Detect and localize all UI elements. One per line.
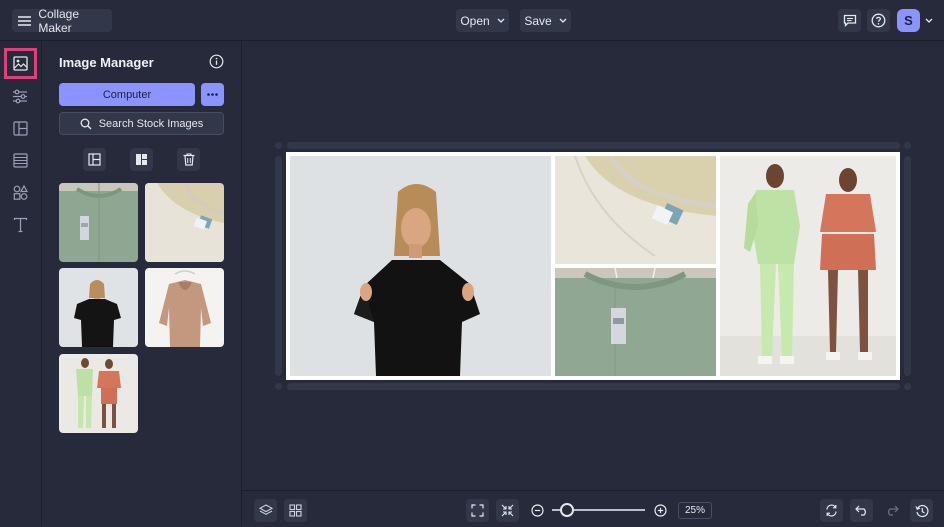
thumbnail-cream-sweatshirt[interactable] <box>145 183 224 262</box>
actual-size-button[interactable] <box>496 499 519 522</box>
delete-images-button[interactable] <box>177 148 200 171</box>
image-manager-panel: Image Manager Computer Search Stock Imag… <box>42 41 242 526</box>
resize-corner-top-left[interactable] <box>275 142 282 149</box>
chevron-down-icon <box>497 18 505 23</box>
history-button[interactable] <box>910 499 933 522</box>
main-menu-button[interactable]: Collage Maker <box>12 6 112 35</box>
collage-cell-cream-sweatshirt[interactable] <box>555 156 716 264</box>
zoom-value: 25% <box>684 505 705 516</box>
open-label: Open <box>460 13 490 28</box>
grid-view-button[interactable] <box>284 499 307 522</box>
top-bar: Collage Maker Open Save S <box>0 0 944 41</box>
grid-icon <box>289 504 302 517</box>
fit-to-screen-button[interactable] <box>466 499 489 522</box>
two-models-image <box>59 354 138 433</box>
zoom-in-button[interactable] <box>649 499 672 522</box>
rail-item-image-manager[interactable] <box>4 48 37 79</box>
sliders-icon <box>13 89 27 103</box>
layers-button[interactable] <box>254 499 277 522</box>
graphics-icon <box>13 184 28 200</box>
refresh-button[interactable] <box>820 499 843 522</box>
trash-icon <box>183 153 194 166</box>
account-chevron-icon[interactable] <box>925 18 933 23</box>
zoom-in-icon <box>654 504 667 517</box>
zoom-slider-handle[interactable] <box>560 503 574 517</box>
resize-handle-right[interactable] <box>904 156 911 376</box>
help-icon <box>871 13 886 28</box>
green-tshirt-photo <box>555 268 716 376</box>
undo-button[interactable] <box>850 499 873 522</box>
avatar[interactable]: S <box>897 9 920 32</box>
bottom-toolbar: 25% <box>242 490 944 527</box>
more-icon <box>207 93 218 96</box>
resize-handle-bottom[interactable] <box>287 383 900 390</box>
text-icon <box>13 217 27 233</box>
resize-corner-bottom-right[interactable] <box>904 383 911 390</box>
rail-item-text[interactable] <box>6 211 34 239</box>
search-stock-images-button[interactable]: Search Stock Images <box>59 112 224 135</box>
collage-cell-green-tshirt[interactable] <box>555 268 716 376</box>
rail-item-layouts[interactable] <box>6 114 34 142</box>
chevron-down-icon <box>559 18 567 23</box>
auto-fill-button[interactable] <box>83 148 106 171</box>
left-toolbar <box>0 41 42 526</box>
redo-button[interactable] <box>880 499 903 522</box>
resize-handle-left[interactable] <box>275 156 282 376</box>
two-models-photo <box>720 156 896 376</box>
save-dropdown[interactable]: Save <box>520 9 571 32</box>
avatar-initial: S <box>904 13 913 28</box>
feedback-button[interactable] <box>838 9 861 32</box>
history-icon <box>914 504 928 517</box>
zoom-out-icon <box>531 504 544 517</box>
thumbnail-two-models[interactable] <box>59 354 138 433</box>
cream-sweatshirt-photo <box>555 156 716 264</box>
rail-item-textures[interactable] <box>6 146 34 174</box>
thumbnail-black-tshirt-model[interactable] <box>59 268 138 347</box>
upload-computer-button[interactable]: Computer <box>59 83 195 106</box>
search-icon <box>80 118 92 129</box>
open-dropdown[interactable]: Open <box>456 9 509 32</box>
hamburger-icon <box>18 15 32 26</box>
zoom-out-button[interactable] <box>526 499 549 522</box>
panel-title: Image Manager <box>59 55 154 70</box>
resize-handle-top[interactable] <box>287 142 900 149</box>
cream-sweatshirt-image <box>145 183 224 262</box>
layers-icon <box>258 504 273 515</box>
resize-corner-bottom-left[interactable] <box>275 383 282 390</box>
expand-icon <box>471 504 484 517</box>
pink-hoodie-image <box>145 268 224 347</box>
redo-icon <box>887 505 899 516</box>
save-label: Save <box>524 13 552 28</box>
select-all-button[interactable] <box>130 148 153 171</box>
computer-label: Computer <box>102 88 152 101</box>
black-tshirt-model-image <box>59 268 138 347</box>
collapse-icon <box>501 504 514 517</box>
chat-icon <box>843 14 856 27</box>
refresh-icon <box>826 504 837 517</box>
app-title: Collage Maker <box>38 6 80 35</box>
info-icon[interactable] <box>209 54 224 69</box>
rail-item-adjust[interactable] <box>6 82 34 110</box>
thumbnail-pink-hoodie[interactable] <box>145 268 224 347</box>
model-black-tshirt-photo <box>290 156 551 376</box>
texture-icon <box>12 152 28 168</box>
collage-cell-two-models[interactable] <box>720 156 896 376</box>
rail-item-graphics[interactable] <box>6 178 34 206</box>
layout-icon <box>12 120 28 136</box>
thumbnail-green-tshirt[interactable] <box>59 183 138 262</box>
grid-fill-icon <box>136 154 147 165</box>
help-button[interactable] <box>867 9 890 32</box>
resize-corner-top-right[interactable] <box>904 142 911 149</box>
layout-fill-icon <box>88 153 101 166</box>
collage-cell-model-black-tshirt[interactable] <box>290 156 551 376</box>
undo-icon <box>854 505 866 516</box>
image-icon <box>13 56 28 71</box>
more-sources-button[interactable] <box>201 83 224 106</box>
green-tshirt-image <box>59 183 138 262</box>
collage-canvas[interactable] <box>286 152 900 380</box>
search-stock-label: Search Stock Images <box>98 117 204 130</box>
zoom-level-display[interactable]: 25% <box>678 502 712 519</box>
